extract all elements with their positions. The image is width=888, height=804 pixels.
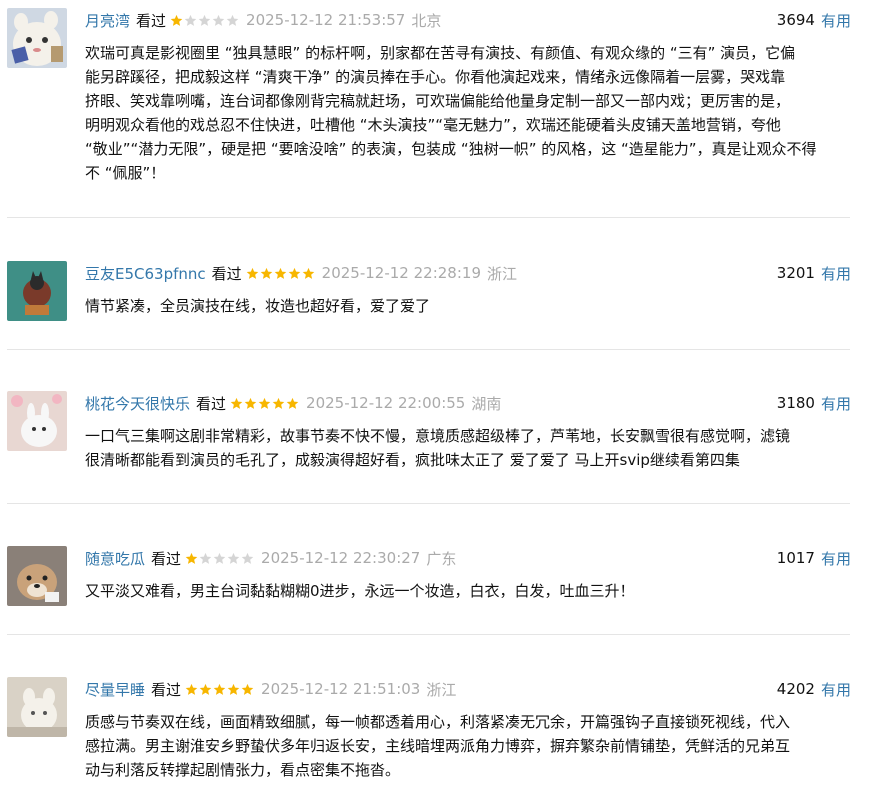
star-filled-icon bbox=[288, 267, 300, 279]
review-timestamp[interactable]: 2025-12-12 22:30:27 bbox=[261, 549, 420, 567]
star-filled-icon bbox=[199, 683, 212, 695]
rating-stars bbox=[185, 552, 255, 565]
username-link[interactable]: 桃花今天很快乐 bbox=[85, 393, 190, 414]
star-empty-icon bbox=[226, 14, 239, 26]
useful-button[interactable]: 有用 bbox=[821, 10, 851, 31]
vote-count: 3694 bbox=[776, 11, 815, 29]
rating-stars bbox=[230, 397, 300, 410]
star-empty-icon bbox=[199, 552, 212, 564]
star-filled-icon bbox=[274, 267, 286, 279]
review-line: 欢瑞可真是影视圈里 “独具慧眼” 的标杆啊，别家都在苦寻有演技、有颜值、有观众缘… bbox=[85, 44, 796, 62]
review-line: 一口气三集啊这剧非常精彩，故事节奏不快不慢，意境质感超级棒了，芦苇地，长安飘雪很… bbox=[85, 427, 791, 445]
useful-button[interactable]: 有用 bbox=[821, 393, 851, 414]
divider bbox=[7, 634, 850, 635]
avatar[interactable] bbox=[7, 677, 67, 737]
vote-count: 4202 bbox=[776, 680, 815, 698]
review-item: 月亮湾 看过 2025-12-12 21:53:57 北京 3694 有用 欢瑞… bbox=[0, 8, 888, 208]
star-filled-icon bbox=[241, 683, 254, 695]
review-line: 质感与节奏双在线，画面精致细腻，每一帧都透着用心，利落紧凑无冗余，开篇强钩子直接… bbox=[85, 713, 791, 731]
review-text: 又平淡又难看，男主台词黏黏糊糊0进步，永远一个妆造，白衣，白发，吐血三升！ bbox=[85, 579, 853, 603]
star-filled-icon bbox=[244, 397, 257, 409]
star-filled-icon bbox=[272, 397, 285, 409]
watch-status: 看过 bbox=[196, 394, 227, 413]
vote-count: 3201 bbox=[776, 264, 815, 282]
review-line: 能另辟蹊径，把成毅这样 “清爽干净” 的演员捧在手心。你看他演起戏来，情绪永远像… bbox=[85, 68, 786, 86]
review-item: 豆友E5C63pfnnc 看过 2025-12-12 22:28:19 浙江 3… bbox=[0, 261, 888, 331]
star-filled-icon bbox=[185, 683, 198, 695]
review-timestamp[interactable]: 2025-12-12 22:00:55 bbox=[306, 394, 465, 412]
review-meta: 豆友E5C63pfnnc 看过 2025-12-12 22:28:19 浙江 3… bbox=[85, 261, 851, 285]
review-meta: 桃花今天很快乐 看过 2025-12-12 22:00:55 湖南 3180 有… bbox=[85, 391, 851, 415]
star-empty-icon bbox=[198, 14, 211, 26]
review-location: 浙江 bbox=[426, 680, 457, 699]
review-location: 北京 bbox=[411, 11, 442, 30]
star-empty-icon bbox=[212, 14, 225, 26]
review-text: 质感与节奏双在线，画面精致细腻，每一帧都透着用心，利落紧凑无冗余，开篇强钩子直接… bbox=[85, 710, 853, 782]
star-empty-icon bbox=[184, 14, 197, 26]
star-empty-icon bbox=[241, 552, 254, 564]
watch-status: 看过 bbox=[211, 264, 242, 283]
star-empty-icon bbox=[227, 552, 240, 564]
review-location: 广东 bbox=[426, 549, 457, 568]
vote-count: 3180 bbox=[776, 394, 815, 412]
review-timestamp[interactable]: 2025-12-12 21:51:03 bbox=[261, 680, 420, 698]
review-location: 浙江 bbox=[486, 264, 517, 283]
review-line: 动与利落反转撑起剧情张力，看点密集不拖沓。 bbox=[85, 761, 401, 779]
review-meta: 尽量早睡 看过 2025-12-12 21:51:03 浙江 4202 有用 bbox=[85, 677, 851, 701]
review-line: 很清晰都能看到演员的毛孔了，成毅演得超好看，疯批味太正了 爱了爱了 马上开svi… bbox=[85, 451, 740, 469]
star-filled-icon bbox=[302, 267, 314, 279]
watch-status: 看过 bbox=[151, 680, 182, 699]
useful-button[interactable]: 有用 bbox=[821, 679, 851, 700]
avatar[interactable] bbox=[7, 261, 67, 321]
review-item: 尽量早睡 看过 2025-12-12 21:51:03 浙江 4202 有用 质… bbox=[0, 677, 888, 797]
rating-stars bbox=[185, 683, 255, 696]
star-filled-icon bbox=[258, 397, 271, 409]
star-filled-icon bbox=[170, 14, 183, 26]
review-text: 一口气三集啊这剧非常精彩，故事节奏不快不慢，意境质感超级棒了，芦苇地，长安飘雪很… bbox=[85, 424, 853, 472]
star-filled-icon bbox=[230, 397, 243, 409]
rating-stars bbox=[246, 267, 316, 280]
rating-stars bbox=[170, 14, 240, 27]
review-line: 感拉满。男主谢淮安乡野蛰伏多年归返长安，主线暗埋两派角力博弈，摒弃繁杂前情铺垫，… bbox=[85, 737, 791, 755]
username-link[interactable]: 月亮湾 bbox=[85, 10, 130, 31]
review-text: 欢瑞可真是影视圈里 “独具慧眼” 的标杆啊，别家都在苦寻有演技、有颜值、有观众缘… bbox=[85, 41, 853, 185]
review-line: 不 “佩服”！ bbox=[85, 164, 166, 182]
review-timestamp[interactable]: 2025-12-12 22:28:19 bbox=[322, 264, 481, 282]
review-meta: 月亮湾 看过 2025-12-12 21:53:57 北京 3694 有用 bbox=[85, 8, 851, 32]
watch-status: 看过 bbox=[151, 549, 182, 568]
avatar[interactable] bbox=[7, 8, 67, 68]
review-line: 明明观众看他的戏总忍不住快进，吐槽他 “木头演技”“毫无魅力”，欢瑞还能硬着头皮… bbox=[85, 116, 781, 134]
review-text: 情节紧凑，全员演技在线，妆造也超好看，爱了爱了 bbox=[85, 294, 853, 318]
divider bbox=[7, 217, 850, 218]
review-line: “敬业”“潜力无限”，硬是把 “要啥没啥” 的表演，包装成 “独树一帜” 的风格… bbox=[85, 140, 817, 158]
review-location: 湖南 bbox=[471, 394, 502, 413]
avatar[interactable] bbox=[7, 546, 67, 606]
review-item: 桃花今天很快乐 看过 2025-12-12 22:00:55 湖南 3180 有… bbox=[0, 391, 888, 481]
username-link[interactable]: 豆友E5C63pfnnc bbox=[85, 263, 206, 284]
username-link[interactable]: 随意吃瓜 bbox=[85, 548, 145, 569]
star-filled-icon bbox=[227, 683, 240, 695]
star-filled-icon bbox=[286, 397, 299, 409]
review-meta: 随意吃瓜 看过 2025-12-12 22:30:27 广东 1017 有用 bbox=[85, 546, 851, 570]
star-filled-icon bbox=[260, 267, 272, 279]
star-filled-icon bbox=[213, 683, 226, 695]
review-item: 随意吃瓜 看过 2025-12-12 22:30:27 广东 1017 有用 又… bbox=[0, 546, 888, 616]
review-line: 情节紧凑，全员演技在线，妆造也超好看，爱了爱了 bbox=[85, 297, 431, 315]
username-link[interactable]: 尽量早睡 bbox=[85, 679, 145, 700]
star-empty-icon bbox=[213, 552, 226, 564]
useful-button[interactable]: 有用 bbox=[821, 263, 851, 284]
divider bbox=[7, 503, 850, 504]
star-filled-icon bbox=[185, 552, 198, 564]
useful-button[interactable]: 有用 bbox=[821, 548, 851, 569]
star-filled-icon bbox=[246, 267, 258, 279]
avatar[interactable] bbox=[7, 391, 67, 451]
watch-status: 看过 bbox=[136, 11, 167, 30]
divider bbox=[7, 349, 850, 350]
vote-count: 1017 bbox=[776, 549, 815, 567]
review-line: 又平淡又难看，男主台词黏黏糊糊0进步，永远一个妆造，白衣，白发，吐血三升！ bbox=[85, 582, 635, 600]
review-timestamp[interactable]: 2025-12-12 21:53:57 bbox=[246, 11, 405, 29]
review-line: 挤眼、笑戏靠咧嘴，连台词都像刚背完稿就赶场，可欢瑞偏能给他量身定制一部又一部内戏… bbox=[85, 92, 791, 110]
